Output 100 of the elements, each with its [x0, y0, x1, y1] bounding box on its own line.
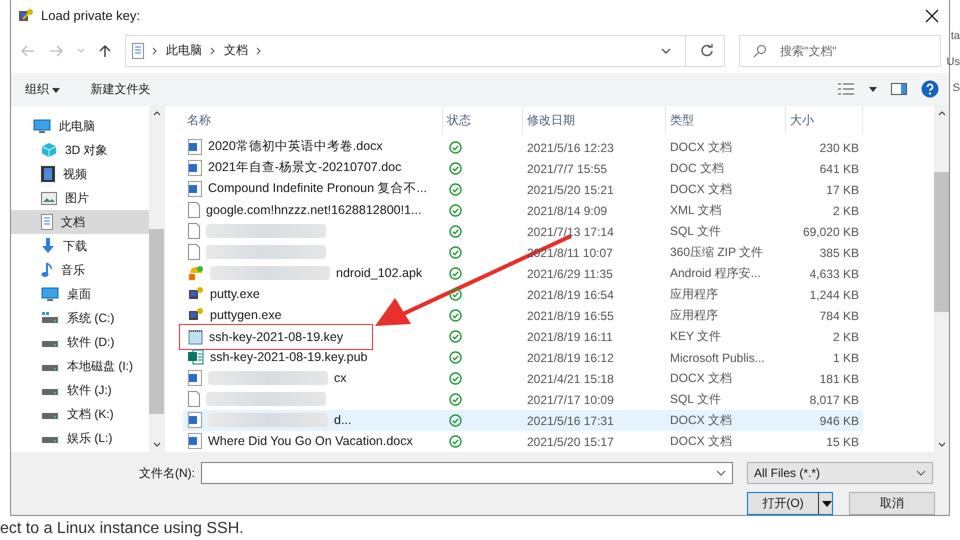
computer-key-icon [188, 286, 204, 302]
breadcrumb[interactable]: 文档 [224, 42, 248, 59]
organize-menu-button[interactable]: 组织 [17, 78, 68, 100]
close-icon[interactable] [925, 8, 939, 23]
file-row[interactable]: google.com!hnzzz.net!1628812800!1... 2021/8/14 9:09 XML 文档 2 KB [183, 200, 863, 221]
size-cell-text: 1,244 KB [808, 288, 860, 302]
blank-file-icon [188, 202, 200, 218]
search-field[interactable]: 搜索"文档" [739, 34, 941, 66]
file-row[interactable]: 2021/7/13 17:14 SQL 文件 69,020 KB [183, 221, 863, 242]
column-header[interactable]: 修改日期 [523, 106, 666, 134]
refresh-icon[interactable] [700, 44, 714, 58]
file-name: Where Did You Go On Vacation.docx [208, 434, 413, 448]
up-arrow-icon[interactable] [99, 44, 111, 58]
computer-key-icon [188, 306, 204, 323]
sync-check-icon [449, 288, 462, 301]
date-cell-text: 2021/8/19 16:54 [526, 288, 615, 302]
word-document-icon [188, 432, 202, 449]
column-header[interactable]: 大小 [786, 106, 863, 134]
date-cell-text: 2021/8/19 16:12 [526, 350, 615, 364]
sync-check-icon [449, 267, 462, 280]
sync-check-icon [449, 393, 462, 406]
sidebar-item[interactable]: 娱乐 (L:) [11, 426, 149, 450]
type-cell-text: 应用程序 [669, 307, 719, 324]
type-cell-text: SQL 文件 [669, 391, 722, 408]
file-row[interactable]: 2021/7/17 10:09 SQL 文件 8,017 KB [183, 389, 863, 410]
sidebar-item[interactable]: 视频 [11, 162, 149, 186]
caret-icon[interactable] [822, 500, 832, 506]
column-header[interactable]: 名称 [183, 106, 443, 134]
type-cell-text: XML 文档 [669, 202, 723, 219]
size-cell-text: 230 KB [818, 140, 860, 154]
scroll-down-icon[interactable] [938, 442, 946, 447]
sync-check-icon [449, 183, 462, 196]
date-cell-text: 2021/8/19 16:11 [526, 330, 614, 344]
sidebar-item[interactable]: 软件 (D:) [11, 330, 149, 354]
address-bar[interactable]: 此电脑 文档 [125, 34, 725, 66]
blank-file-icon [188, 244, 200, 260]
sync-check-icon [449, 372, 462, 385]
file-row[interactable]: Where Did You Go On Vacation.docx 2021/5/20 15:17 DOCX 文档 15 KB [183, 431, 863, 452]
new-folder-button[interactable]: 新建文件夹 [82, 78, 158, 100]
help-icon[interactable] [921, 80, 939, 98]
file-name: d... [334, 412, 352, 427]
file-name: google.com!hnzzz.net!1628812800!1... [206, 202, 422, 217]
file-row[interactable]: cx 2021/4/21 15:18 DOCX 文档 181 KB [183, 368, 863, 389]
sidebar-item[interactable]: 音乐 [11, 258, 149, 282]
sidebar-item[interactable]: 系统 (C:) [11, 306, 149, 330]
file-row[interactable]: Compound Indefinite Pronoun 复合不... 2021/5/20 15:21 DOCX 文档 17 KB [183, 179, 863, 200]
column-header[interactable]: 类型 [666, 106, 786, 134]
open-split-button[interactable]: 打开(O) [747, 492, 833, 515]
sidebar-item[interactable]: 文档 [11, 210, 149, 234]
file-row[interactable]: ndroid_102.apk 2021/6/29 11:35 Android 程序安... 4,633 KB [183, 263, 863, 284]
file-type-dropdown[interactable]: All Files (*.*) [747, 462, 933, 484]
scroll-down-icon[interactable] [152, 442, 160, 447]
scrollbar[interactable] [149, 106, 164, 452]
size-cell-text: 2 KB [832, 204, 860, 218]
type-cell-text: KEY 文件 [669, 328, 722, 345]
scroll-up-icon[interactable] [938, 111, 946, 116]
music-note-icon [41, 262, 53, 278]
picture-icon [41, 192, 57, 204]
size-cell-text: 946 KB [818, 414, 860, 428]
date-cell-text: 2021/4/21 15:18 [526, 372, 615, 386]
file-row[interactable]: 2020常德初中英语中考卷.docx 2021/5/16 12:23 DOCX 文档 230 KB [183, 137, 863, 158]
chevron-down-icon[interactable] [661, 48, 671, 54]
caret-icon[interactable] [869, 86, 877, 92]
date-cell-text: 2021/6/29 11:35 [526, 266, 614, 280]
cancel-button[interactable]: 取消 [849, 492, 935, 515]
sidebar-item[interactable]: 下载 [11, 234, 149, 258]
document-icon [132, 42, 144, 58]
sync-check-icon [449, 162, 462, 175]
preview-pane-icon[interactable] [891, 83, 907, 96]
sidebar-item[interactable]: 本地磁盘 (I:) [11, 354, 149, 378]
filename-field[interactable] [201, 462, 733, 484]
view-options-icon[interactable] [837, 82, 855, 96]
date-cell-text: 2021/5/16 12:23 [526, 140, 615, 154]
breadcrumb[interactable]: 此电脑 [166, 42, 202, 59]
chevron-down-icon [916, 470, 926, 476]
size-cell-text: 181 KB [818, 372, 860, 386]
type-cell-text: Microsoft Publis... [669, 350, 766, 364]
blank-file-icon [188, 222, 200, 239]
file-row[interactable]: ssh-key-2021-08-19.key 2021/8/19 16:11 KEY 文件 2 KB [183, 326, 863, 347]
file-row[interactable]: 2021年自查-杨景文-20210707.doc 2021/7/7 15:55 DOC 文档 641 KB [183, 158, 863, 179]
date-cell-text: 2021/5/20 15:21 [526, 182, 615, 196]
blank-file-icon [188, 390, 200, 407]
column-header[interactable]: 状态 [443, 106, 523, 134]
scrollbar[interactable] [934, 106, 949, 452]
sidebar-item[interactable]: 软件 (J:) [11, 378, 149, 402]
chevron-down-icon[interactable] [716, 470, 726, 476]
file-row[interactable]: ssh-key-2021-08-19.key.pub 2021/8/19 16:12 Microsoft Publis... 1 KB [183, 347, 863, 368]
file-row[interactable]: putty.exe 2021/8/19 16:54 应用程序 1,244 KB [183, 284, 863, 305]
sync-check-icon [449, 225, 462, 238]
sidebar-item[interactable]: 桌面 [11, 282, 149, 306]
sidebar-item[interactable]: 文档 (K:) [11, 402, 149, 426]
sidebar-item[interactable]: 图片 [11, 186, 149, 210]
scroll-up-icon[interactable] [152, 111, 160, 116]
type-cell-text: 应用程序 [669, 286, 719, 303]
file-row[interactable]: d... 2021/5/16 17:31 DOCX 文档 946 KB [183, 410, 863, 431]
sidebar-item[interactable]: 此电脑 [11, 114, 149, 138]
size-cell-text: 385 KB [818, 246, 860, 260]
sidebar-item[interactable]: 3D 对象 [11, 138, 149, 162]
background-text: ta [950, 30, 960, 42]
size-cell-text: 641 KB [818, 162, 860, 176]
